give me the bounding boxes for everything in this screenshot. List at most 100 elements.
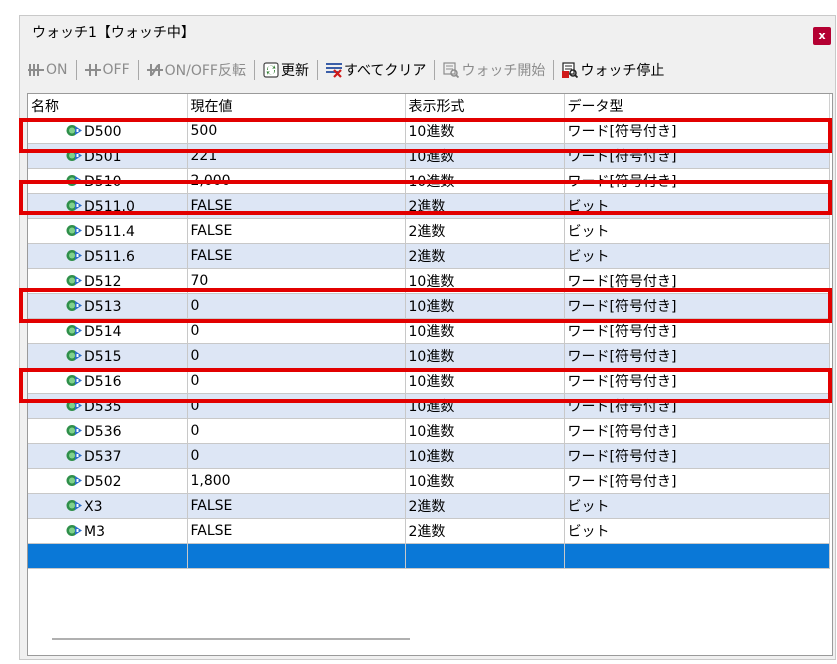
table-row[interactable]: D502 1,800 10進数 ワード[符号付き] <box>28 468 830 494</box>
empty-cell[interactable] <box>405 543 565 569</box>
cell-name[interactable]: M3 <box>28 518 188 544</box>
cell-current-value[interactable]: FALSE <box>187 518 406 544</box>
off-button[interactable]: OFF <box>82 62 133 78</box>
cell-data-type[interactable]: ビット <box>564 193 830 219</box>
empty-cell[interactable] <box>564 543 830 569</box>
cell-current-value[interactable]: 0 <box>187 293 406 319</box>
cell-current-value[interactable]: FALSE <box>187 193 406 219</box>
table-row[interactable]: D511.0 FALSE 2進数 ビット <box>28 193 830 219</box>
cell-current-value[interactable]: 70 <box>187 268 406 294</box>
cell-data-type[interactable]: ワード[符号付き] <box>564 318 830 344</box>
cell-data-type[interactable]: ビット <box>564 518 830 544</box>
clear-all-button[interactable]: すべてクリア <box>323 60 429 80</box>
refresh-button[interactable]: 更新 <box>260 60 312 80</box>
cell-data-type[interactable]: ワード[符号付き] <box>564 293 830 319</box>
cell-current-value[interactable]: FALSE <box>187 218 406 244</box>
table-row[interactable]: M3 FALSE 2進数 ビット <box>28 518 830 544</box>
close-button[interactable]: x <box>813 27 831 45</box>
stop-watch-button[interactable]: ウォッチ停止 <box>559 60 667 80</box>
cell-display-format[interactable]: 2進数 <box>405 518 565 544</box>
column-header-data-type[interactable]: データ型 <box>564 94 830 119</box>
column-header-name[interactable]: 名称 <box>28 94 188 119</box>
table-row[interactable]: D510 2,000 10進数 ワード[符号付き] <box>28 168 830 194</box>
table-row[interactable]: D511.6 FALSE 2進数 ビット <box>28 243 830 269</box>
cell-display-format[interactable]: 2進数 <box>405 493 565 519</box>
cell-data-type[interactable]: ワード[符号付き] <box>564 368 830 394</box>
cell-display-format[interactable]: 10進数 <box>405 468 565 494</box>
cell-name[interactable]: D536 <box>28 418 188 444</box>
cell-display-format[interactable]: 2進数 <box>405 193 565 219</box>
cell-display-format[interactable]: 10進数 <box>405 318 565 344</box>
cell-name[interactable]: D513 <box>28 293 188 319</box>
cell-current-value[interactable]: 1,800 <box>187 468 406 494</box>
cell-display-format[interactable]: 10進数 <box>405 393 565 419</box>
table-row[interactable]: D515 0 10進数 ワード[符号付き] <box>28 343 830 369</box>
cell-display-format[interactable]: 10進数 <box>405 418 565 444</box>
cell-data-type[interactable]: ワード[符号付き] <box>564 393 830 419</box>
cell-display-format[interactable]: 10進数 <box>405 168 565 194</box>
cell-name[interactable]: D512 <box>28 268 188 294</box>
cell-current-value[interactable]: 0 <box>187 418 406 444</box>
table-row[interactable]: D513 0 10進数 ワード[符号付き] <box>28 293 830 319</box>
cell-data-type[interactable]: ワード[符号付き] <box>564 468 830 494</box>
cell-display-format[interactable]: 2進数 <box>405 218 565 244</box>
table-row[interactable]: D500 500 10進数 ワード[符号付き] <box>28 118 830 144</box>
toggle-button[interactable]: ON/OFF反転 <box>144 60 249 80</box>
table-row[interactable]: D516 0 10進数 ワード[符号付き] <box>28 368 830 394</box>
table-row[interactable]: D535 0 10進数 ワード[符号付き] <box>28 393 830 419</box>
cell-display-format[interactable]: 10進数 <box>405 268 565 294</box>
cell-name[interactable]: D510 <box>28 168 188 194</box>
cell-current-value[interactable]: 221 <box>187 143 406 169</box>
cell-name[interactable]: X3 <box>28 493 188 519</box>
cell-data-type[interactable]: ワード[符号付き] <box>564 268 830 294</box>
cell-display-format[interactable]: 10進数 <box>405 143 565 169</box>
table-row[interactable]: X3 FALSE 2進数 ビット <box>28 493 830 519</box>
table-row[interactable]: D501 221 10進数 ワード[符号付き] <box>28 143 830 169</box>
cell-data-type[interactable]: ビット <box>564 243 830 269</box>
cell-display-format[interactable]: 10進数 <box>405 118 565 144</box>
cell-display-format[interactable]: 10進数 <box>405 368 565 394</box>
empty-cell[interactable] <box>28 543 188 569</box>
on-button[interactable]: ON <box>25 62 71 78</box>
table-row[interactable]: D514 0 10進数 ワード[符号付き] <box>28 318 830 344</box>
table-row[interactable]: D537 0 10進数 ワード[符号付き] <box>28 443 830 469</box>
selected-empty-row[interactable] <box>28 543 830 569</box>
cell-current-value[interactable]: 500 <box>187 118 406 144</box>
column-header-current-value[interactable]: 現在値 <box>187 94 406 119</box>
cell-name[interactable]: D501 <box>28 143 188 169</box>
cell-name[interactable]: D537 <box>28 443 188 469</box>
cell-display-format[interactable]: 10進数 <box>405 293 565 319</box>
cell-name[interactable]: D511.6 <box>28 243 188 269</box>
cell-name[interactable]: D500 <box>28 118 188 144</box>
table-row[interactable]: D511.4 FALSE 2進数 ビット <box>28 218 830 244</box>
cell-current-value[interactable]: 0 <box>187 393 406 419</box>
cell-data-type[interactable]: ワード[符号付き] <box>564 443 830 469</box>
column-header-display-format[interactable]: 表示形式 <box>405 94 565 119</box>
empty-cell[interactable] <box>187 543 406 569</box>
cell-current-value[interactable]: 2,000 <box>187 168 406 194</box>
cell-name[interactable]: D515 <box>28 343 188 369</box>
cell-display-format[interactable]: 2進数 <box>405 243 565 269</box>
cell-name[interactable]: D511.0 <box>28 193 188 219</box>
cell-name[interactable]: D502 <box>28 468 188 494</box>
table-row[interactable]: D536 0 10進数 ワード[符号付き] <box>28 418 830 444</box>
cell-data-type[interactable]: ワード[符号付き] <box>564 418 830 444</box>
cell-data-type[interactable]: ワード[符号付き] <box>564 343 830 369</box>
cell-data-type[interactable]: ワード[符号付き] <box>564 143 830 169</box>
table-row[interactable]: D512 70 10進数 ワード[符号付き] <box>28 268 830 294</box>
cell-name[interactable]: D514 <box>28 318 188 344</box>
cell-name[interactable]: D516 <box>28 368 188 394</box>
cell-data-type[interactable]: ワード[符号付き] <box>564 168 830 194</box>
cell-current-value[interactable]: FALSE <box>187 243 406 269</box>
cell-display-format[interactable]: 10進数 <box>405 343 565 369</box>
cell-name[interactable]: D535 <box>28 393 188 419</box>
cell-data-type[interactable]: ワード[符号付き] <box>564 118 830 144</box>
cell-current-value[interactable]: 0 <box>187 443 406 469</box>
cell-name[interactable]: D511.4 <box>28 218 188 244</box>
cell-data-type[interactable]: ビット <box>564 493 830 519</box>
horizontal-scrollbar[interactable] <box>52 638 410 640</box>
cell-data-type[interactable]: ビット <box>564 218 830 244</box>
cell-current-value[interactable]: FALSE <box>187 493 406 519</box>
cell-current-value[interactable]: 0 <box>187 343 406 369</box>
cell-display-format[interactable]: 10進数 <box>405 443 565 469</box>
